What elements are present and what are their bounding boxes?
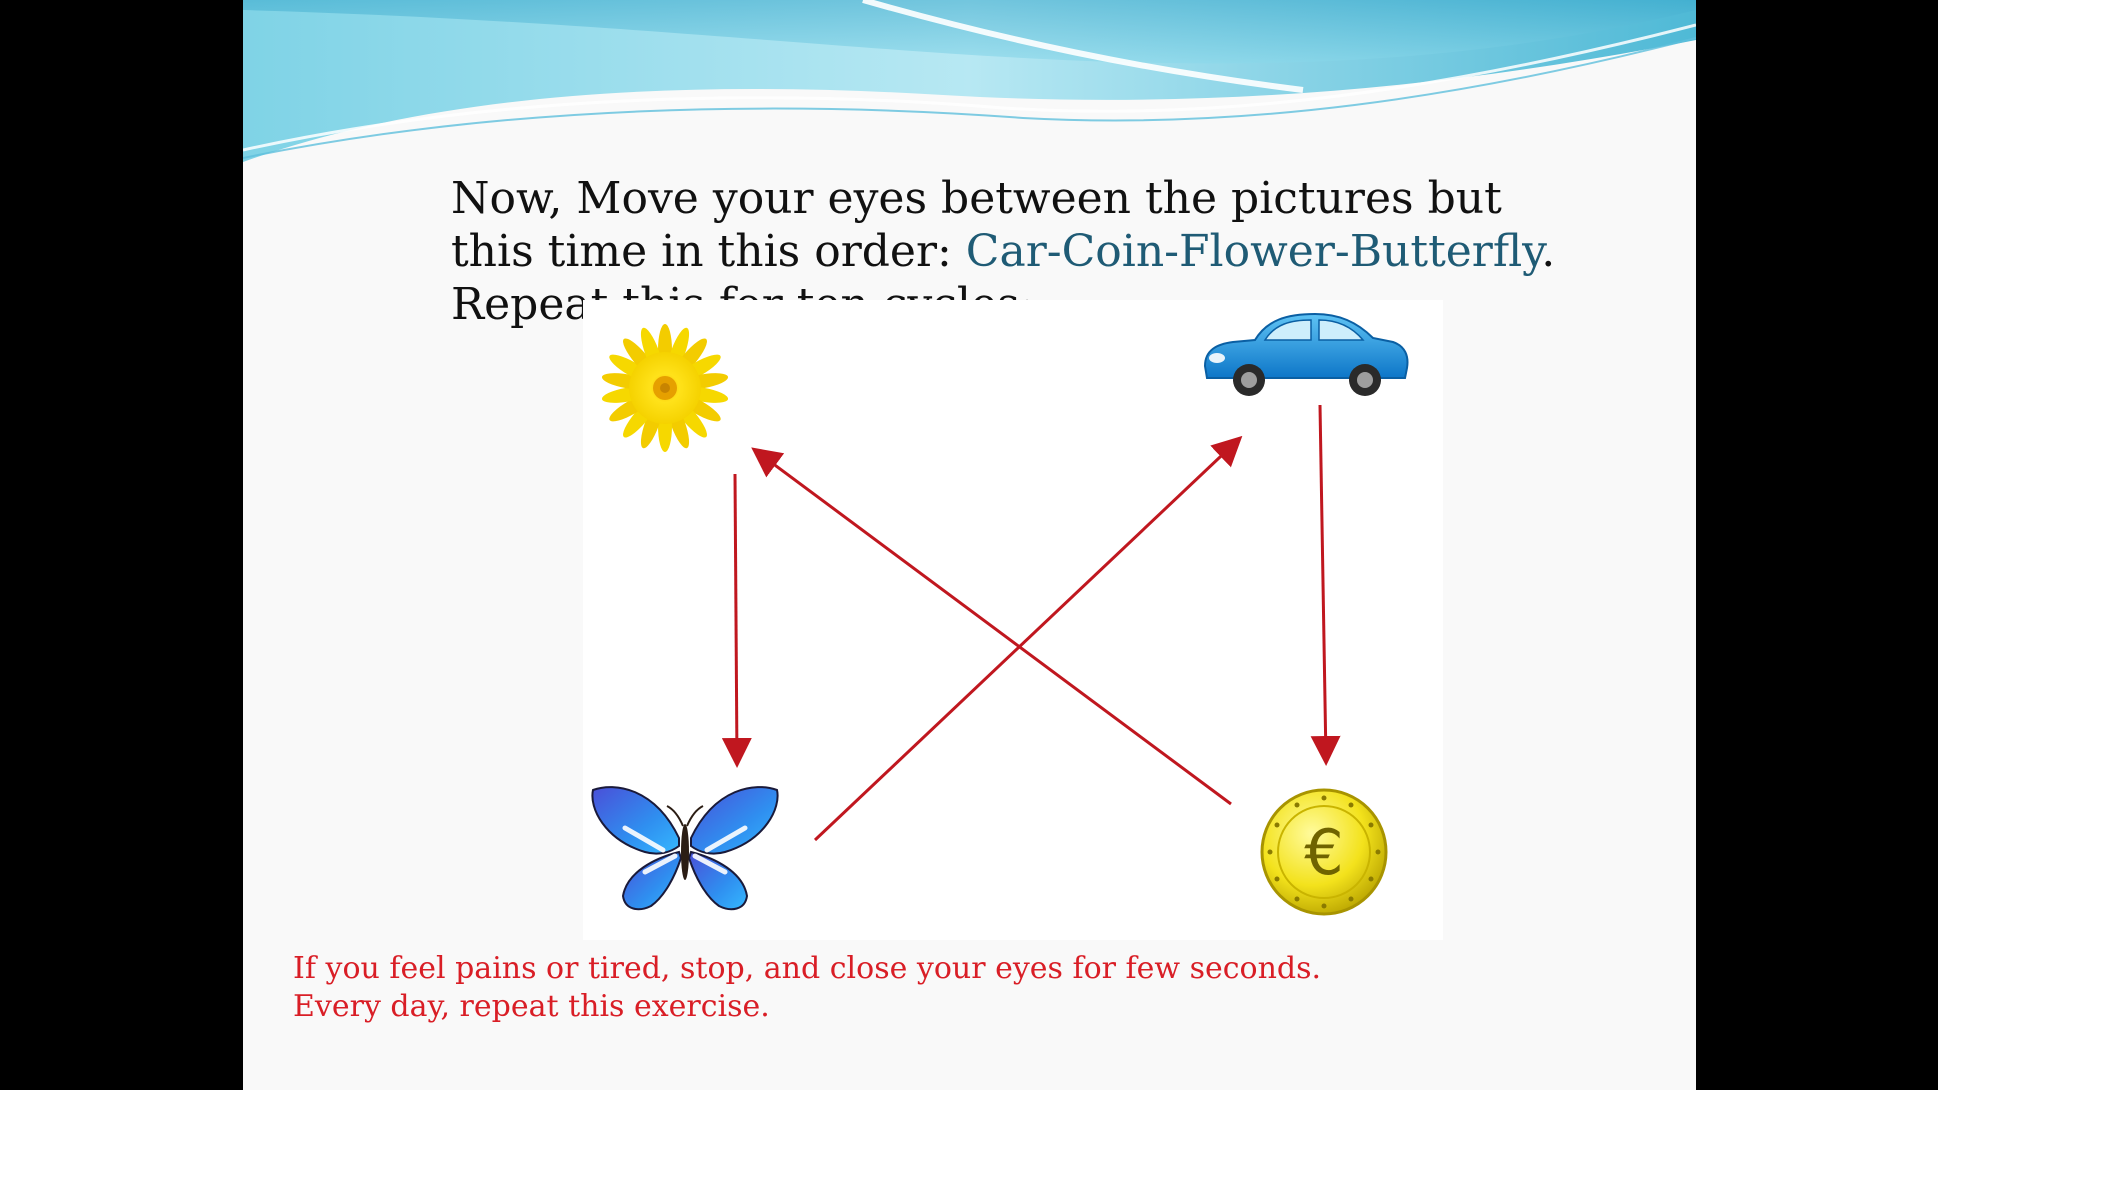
warning-line-1: If you feel pains or tired, stop, and cl… [293, 951, 1322, 986]
euro-symbol: € [1304, 816, 1343, 889]
car-icon [1203, 312, 1409, 396]
warning-line-2: Every day, repeat this exercise. [293, 989, 770, 1024]
flower-icon [601, 324, 729, 452]
euro-coin-icon: € [1260, 788, 1388, 916]
butterfly-icon [591, 786, 779, 911]
arrow-butterfly-to-car [813, 435, 1243, 842]
arrow-flower-to-butterfly [721, 473, 752, 768]
eye-movement-diagram: € [591, 312, 1409, 916]
arrow-car-to-coin [1310, 404, 1341, 766]
video-frame: Now, Move your eyes between the pictures… [0, 0, 1938, 1090]
slide: Now, Move your eyes between the pictures… [243, 0, 1696, 1090]
warning-text: If you feel pains or tired, stop, and cl… [293, 950, 1393, 1026]
arrow-coin-to-flower [751, 447, 1232, 806]
